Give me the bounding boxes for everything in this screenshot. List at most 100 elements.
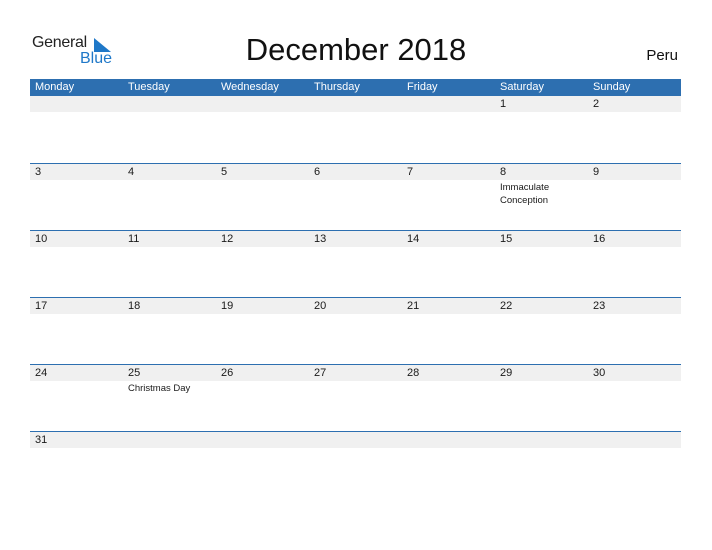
day-cell: 15	[495, 231, 588, 297]
week-row: 10 11 12 13 14 15 16	[30, 230, 681, 297]
day-number: 8	[495, 164, 588, 180]
day-cell: 16	[588, 231, 681, 297]
weekday-saturday: Saturday	[500, 81, 545, 93]
day-cell	[216, 96, 309, 163]
day-cell: 9	[588, 164, 681, 230]
day-cell: 7	[402, 164, 495, 230]
day-cell	[309, 432, 402, 498]
day-cell	[123, 432, 216, 498]
day-number	[309, 432, 402, 448]
day-number	[216, 432, 309, 448]
day-cell: 10	[30, 231, 123, 297]
day-number: 15	[495, 231, 588, 247]
weekday-friday: Friday	[407, 81, 438, 93]
day-cell: 31	[30, 432, 123, 498]
day-cell	[588, 432, 681, 498]
weeks-container: 1 2 3 4 5 6 7 8 Immaculate Conception 9 10 11 12 13 14…	[30, 96, 681, 498]
day-number: 29	[495, 365, 588, 381]
week-row: 24 25 Christmas Day 26 27 28 29 30	[30, 364, 681, 431]
day-number: 6	[309, 164, 402, 180]
day-number: 25	[123, 365, 216, 381]
day-cell	[402, 96, 495, 163]
day-number: 22	[495, 298, 588, 314]
day-cell: 30	[588, 365, 681, 431]
weekday-thursday: Thursday	[314, 81, 360, 93]
day-number	[30, 96, 123, 112]
day-cell: 2	[588, 96, 681, 163]
day-cell	[309, 96, 402, 163]
week-row: 3 4 5 6 7 8 Immaculate Conception 9	[30, 163, 681, 230]
day-number	[402, 432, 495, 448]
day-cell: 24	[30, 365, 123, 431]
day-number: 10	[30, 231, 123, 247]
calendar-grid: Monday Tuesday Wednesday Thursday Friday…	[30, 79, 681, 498]
day-cell: 18	[123, 298, 216, 364]
day-number: 30	[588, 365, 681, 381]
day-number: 16	[588, 231, 681, 247]
holiday-label: Christmas Day	[128, 383, 191, 394]
day-cell: 3	[30, 164, 123, 230]
day-cell: 27	[309, 365, 402, 431]
weekday-monday: Monday	[35, 81, 75, 93]
day-number: 19	[216, 298, 309, 314]
day-cell: 11	[123, 231, 216, 297]
day-number: 17	[30, 298, 123, 314]
day-cell	[123, 96, 216, 163]
day-number: 5	[216, 164, 309, 180]
weekday-header: Monday Tuesday Wednesday Thursday Friday…	[30, 79, 681, 96]
week-row: 12	[30, 96, 681, 163]
day-number	[216, 96, 309, 112]
day-number	[402, 96, 495, 112]
day-number	[123, 96, 216, 112]
day-number: 3	[30, 164, 123, 180]
day-cell: 14	[402, 231, 495, 297]
day-cell: 19	[216, 298, 309, 364]
day-cell: 12	[216, 231, 309, 297]
day-number	[495, 432, 588, 448]
day-number: 4	[123, 164, 216, 180]
week-row: 31	[30, 431, 681, 498]
day-number: 1	[495, 96, 588, 112]
day-cell: 28	[402, 365, 495, 431]
day-number: 23	[588, 298, 681, 314]
day-number: 14	[402, 231, 495, 247]
day-cell: 23	[588, 298, 681, 364]
weekday-wednesday: Wednesday	[221, 81, 279, 93]
day-cell: 13	[309, 231, 402, 297]
day-number: 9	[588, 164, 681, 180]
calendar-title: December 2018	[245, 32, 467, 67]
day-cell: 5	[216, 164, 309, 230]
day-cell: 21	[402, 298, 495, 364]
day-cell	[402, 432, 495, 498]
day-cell	[30, 96, 123, 163]
day-number: 26	[216, 365, 309, 381]
day-number	[123, 432, 216, 448]
day-number: 13	[309, 231, 402, 247]
day-number	[588, 432, 681, 448]
day-cell: 4	[123, 164, 216, 230]
weekday-tuesday: Tuesday	[128, 81, 170, 93]
day-number: 31	[30, 432, 123, 448]
day-number: 11	[123, 231, 216, 247]
day-cell	[495, 432, 588, 498]
day-number: 18	[123, 298, 216, 314]
day-cell: 6	[309, 164, 402, 230]
day-cell: 20	[309, 298, 402, 364]
day-number: 7	[402, 164, 495, 180]
day-cell: 29	[495, 365, 588, 431]
day-number: 2	[588, 96, 681, 112]
week-row: 17 18 19 20 21 22 23	[30, 297, 681, 364]
day-cell: 22	[495, 298, 588, 364]
day-cell: 8 Immaculate Conception	[495, 164, 588, 230]
day-cell: 17	[30, 298, 123, 364]
day-number: 28	[402, 365, 495, 381]
day-number	[309, 96, 402, 112]
day-cell: 26	[216, 365, 309, 431]
holiday-label: Immaculate Conception	[500, 182, 550, 206]
day-cell: 25 Christmas Day	[123, 365, 216, 431]
day-number: 21	[402, 298, 495, 314]
day-number: 12	[216, 231, 309, 247]
day-number: 24	[30, 365, 123, 381]
day-cell	[216, 432, 309, 498]
weekday-sunday: Sunday	[593, 81, 631, 93]
